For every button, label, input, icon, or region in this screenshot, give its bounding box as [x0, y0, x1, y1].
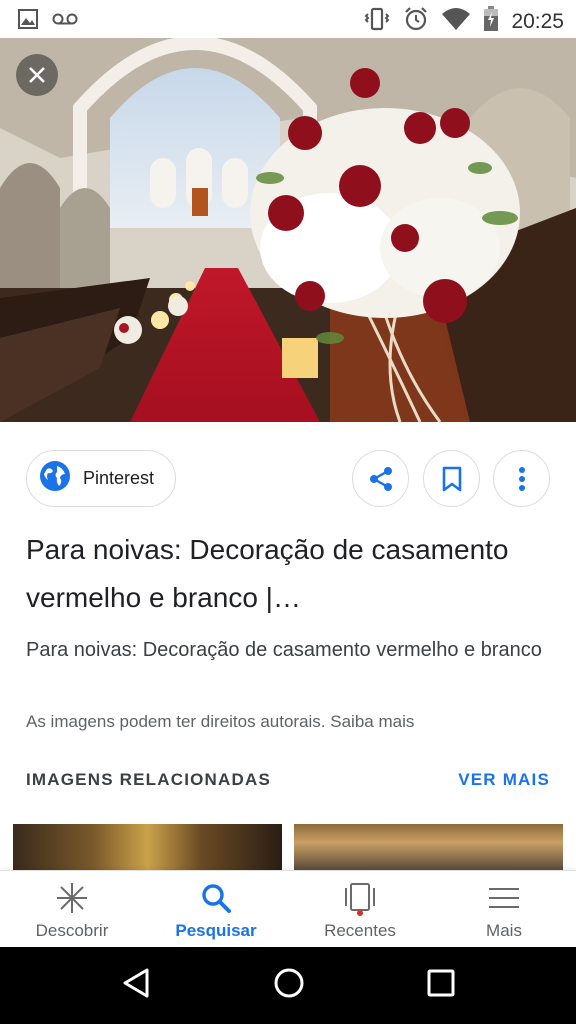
- menu-icon: [487, 881, 521, 915]
- nav-more[interactable]: Mais: [432, 871, 576, 947]
- copyright-notice[interactable]: As imagens podem ter direitos autorais. …: [26, 712, 414, 732]
- nav-label: Recentes: [324, 921, 396, 940]
- wifi-icon: [441, 7, 471, 36]
- status-bar: 20:25: [0, 0, 576, 38]
- home-icon[interactable]: [273, 967, 305, 1004]
- source-label: Pinterest: [83, 468, 155, 488]
- close-icon: [29, 67, 45, 83]
- source-chip[interactable]: Pinterest: [26, 450, 176, 507]
- share-button[interactable]: [352, 450, 409, 507]
- related-image-thumbnail[interactable]: [13, 824, 282, 870]
- alarm-icon: [403, 6, 429, 37]
- related-images-header: IMAGENS RELACIONADAS: [26, 770, 272, 789]
- nav-recents[interactable]: Recentes: [288, 871, 432, 947]
- share-icon: [369, 466, 392, 491]
- nav-label: Mais: [486, 921, 522, 940]
- overview-icon[interactable]: [427, 969, 455, 1002]
- more-vert-icon: [518, 466, 525, 491]
- bookmark-icon: [442, 466, 461, 491]
- hero-image[interactable]: [0, 38, 576, 422]
- status-time: 20:25: [511, 9, 564, 33]
- discover-icon: [55, 881, 89, 915]
- result-title[interactable]: Para noivas: Decoração de casamento verm…: [26, 526, 556, 622]
- result-description: Para noivas: Decoração de casamento verm…: [26, 639, 542, 661]
- globe-icon: [39, 460, 71, 497]
- battery-icon: [483, 6, 499, 37]
- system-navigation-bar: [0, 947, 576, 1024]
- vibrate-icon: [363, 7, 391, 36]
- nav-label: Pesquisar: [175, 921, 257, 940]
- nav-search[interactable]: Pesquisar: [144, 871, 288, 947]
- see-more-link[interactable]: VER MAIS: [458, 770, 550, 790]
- gallery-icon: [18, 9, 38, 34]
- nav-discover[interactable]: Descobrir: [0, 871, 144, 947]
- nav-label: Descobrir: [35, 921, 109, 940]
- voicemail-icon: [52, 12, 78, 31]
- close-button[interactable]: [16, 54, 58, 96]
- bottom-navigation: Descobrir Pesquisar Recentes Mais: [0, 870, 576, 947]
- back-icon[interactable]: [121, 967, 151, 1004]
- wedding-photo: [0, 38, 576, 422]
- recents-icon: [342, 881, 378, 916]
- save-button[interactable]: [423, 450, 480, 507]
- more-options-button[interactable]: [493, 450, 550, 507]
- related-image-thumbnail[interactable]: [294, 824, 563, 870]
- search-icon: [200, 881, 232, 915]
